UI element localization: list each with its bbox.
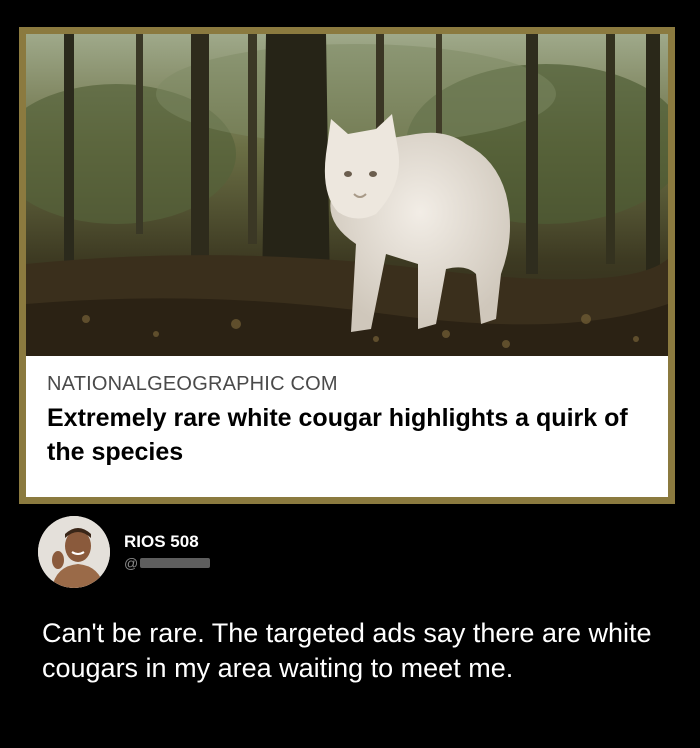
white-cougar-photo	[26, 34, 668, 356]
avatar[interactable]	[38, 516, 110, 588]
username[interactable]: RIOS 508	[124, 532, 199, 552]
link-headline[interactable]: Extremely rare white cougar highlights a…	[47, 401, 647, 469]
reply-post: RIOS 508 @ Can't be rare. The targeted a…	[0, 504, 700, 748]
redacted-handle	[140, 558, 211, 568]
link-preview-card[interactable]: NATIONALGEOGRAPHIC COM Extremely rare wh…	[19, 27, 675, 504]
post-text: Can't be rare. The targeted ads say ther…	[42, 618, 652, 683]
link-caption[interactable]: NATIONALGEOGRAPHIC COM Extremely rare wh…	[26, 356, 668, 497]
handle-prefix: @	[124, 555, 139, 571]
user-handle[interactable]: @	[124, 555, 211, 571]
link-source: NATIONALGEOGRAPHIC COM	[47, 373, 338, 395]
